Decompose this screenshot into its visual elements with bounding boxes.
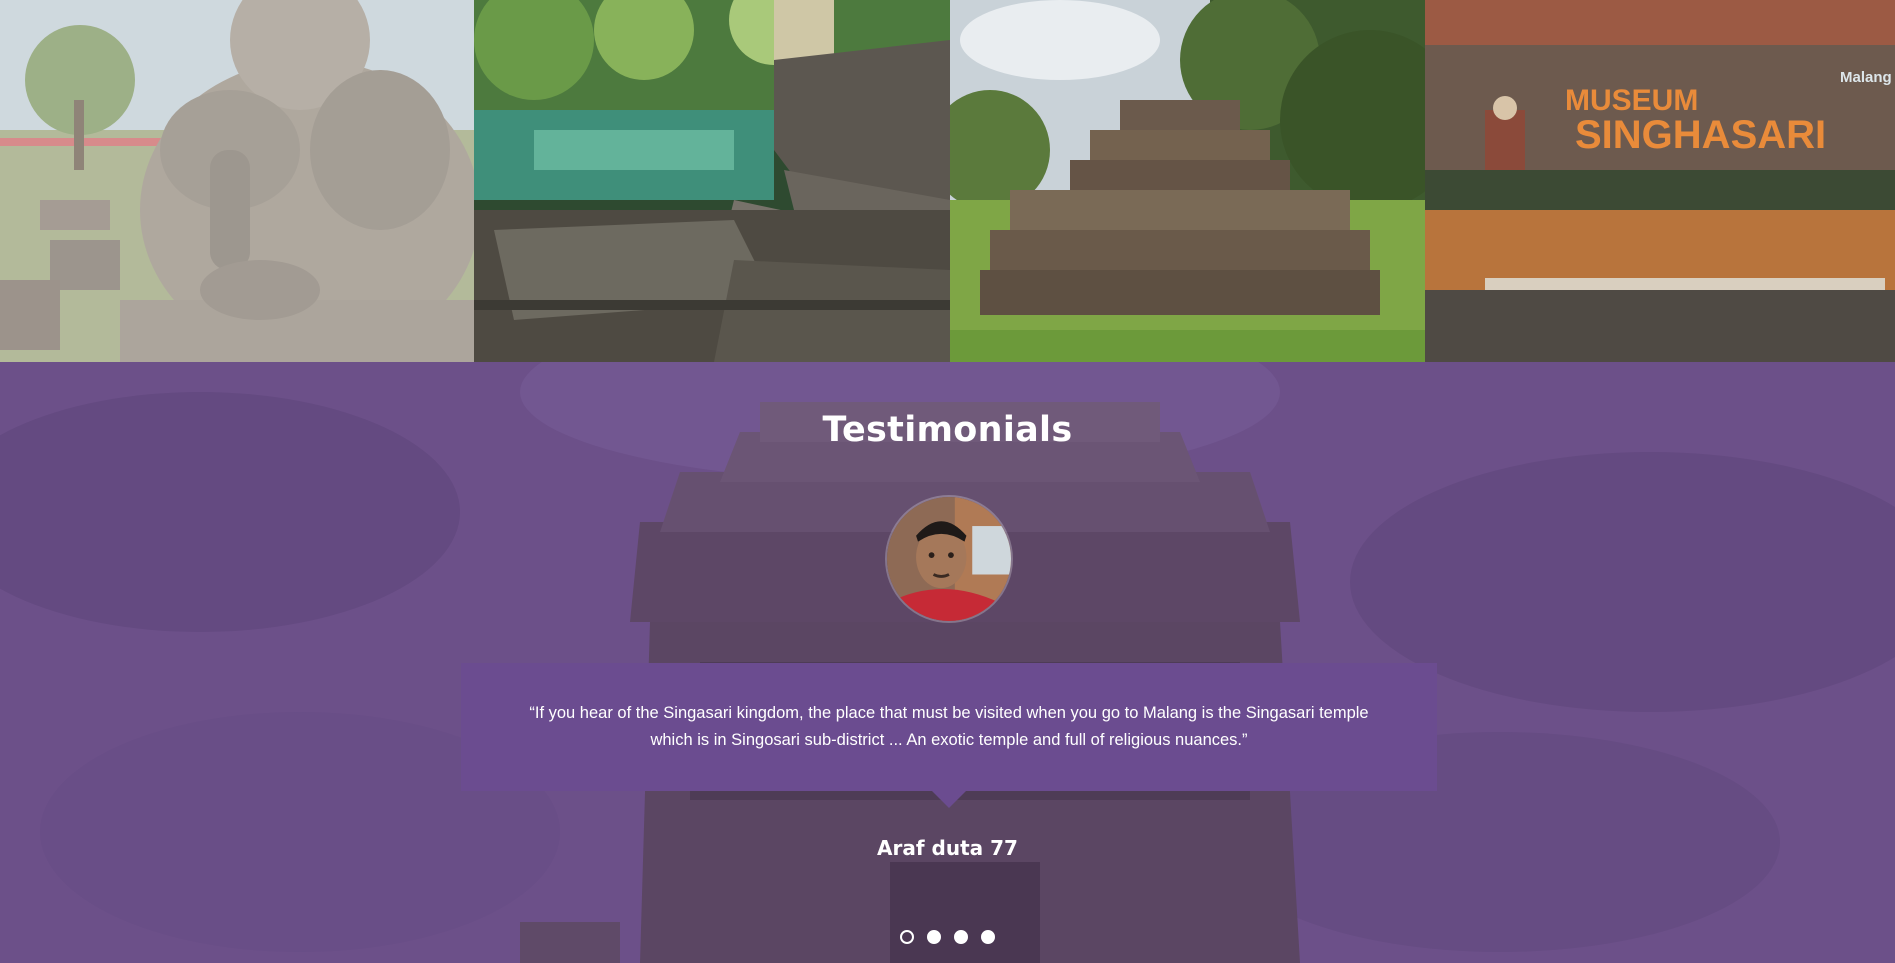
testimonial-quote: “If you hear of the Singasari kingdom, t…	[529, 704, 1369, 749]
testimonial-avatar	[885, 495, 1013, 623]
carousel-dot-3[interactable]	[954, 930, 968, 944]
gallery-image-ganesha-statue[interactable]	[0, 0, 474, 362]
testimonials-section: Testimonials “If you hear of the Singasa…	[0, 362, 1895, 963]
testimonial-quote-box: “If you hear of the Singasari kingdom, t…	[461, 663, 1437, 808]
gallery-image-temple-pool[interactable]	[474, 0, 950, 362]
carousel-dot-1[interactable]	[900, 930, 914, 944]
museum-sign-line2: SINGHASARI	[1575, 113, 1826, 157]
gallery-image-museum-singhasari[interactable]: MUSEUM SINGHASARI Malang	[1425, 0, 1895, 362]
section-title: Testimonials	[822, 410, 1073, 450]
testimonial-author: Araf duta 77	[877, 836, 1018, 860]
carousel-dot-4[interactable]	[981, 930, 995, 944]
carousel-pagination	[0, 930, 1895, 944]
photo-gallery: MUSEUM SINGHASARI Malang	[0, 0, 1895, 362]
gallery-image-stupa-ruin[interactable]	[950, 0, 1425, 362]
carousel-dot-2[interactable]	[927, 930, 941, 944]
museum-sign-city: Malang	[1840, 69, 1892, 86]
